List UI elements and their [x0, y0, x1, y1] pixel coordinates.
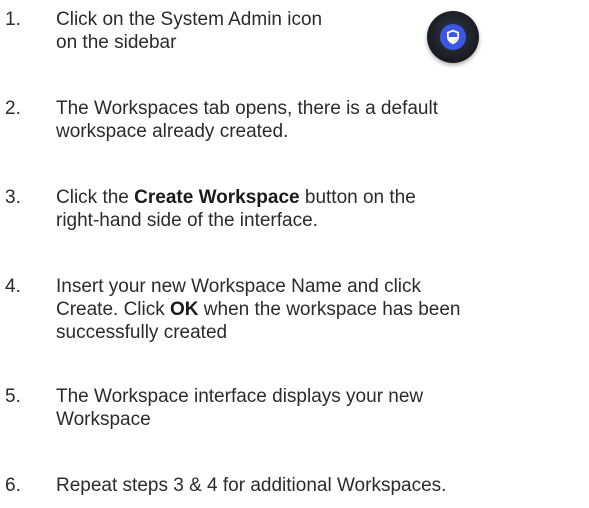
step-text: Insert your new Workspace Name and click…: [56, 275, 460, 344]
step-text: Repeat steps 3 & 4 for additional Worksp…: [56, 474, 446, 497]
step-line: Click the Create Workspace button on the: [56, 186, 416, 209]
step-number: 2.: [5, 98, 21, 119]
step-number: 6.: [5, 475, 21, 496]
step-line: Repeat steps 3 & 4 for additional Worksp…: [56, 475, 447, 496]
instructions-page: 1. Click on the System Admin icon on the…: [0, 0, 589, 508]
step-line: Insert your new Workspace Name and click: [56, 276, 422, 297]
step-line: right-hand side of the interface.: [56, 210, 318, 231]
ok-label: OK: [170, 299, 199, 320]
step-number: 1.: [5, 9, 21, 30]
create-workspace-label: Create Workspace: [134, 187, 300, 208]
step-line: The Workspace interface displays your ne…: [56, 386, 424, 407]
step-text-fragment: button on the: [299, 187, 416, 208]
step-number: 3.: [5, 187, 21, 208]
step-number: 4.: [5, 276, 21, 297]
step-text: The Workspace interface displays your ne…: [56, 385, 423, 431]
step-text: The Workspaces tab opens, there is a def…: [56, 97, 438, 143]
shield-icon: [447, 29, 459, 45]
step-line: Click on the System Admin icon: [56, 9, 323, 30]
icon-disc: [427, 11, 479, 63]
step-line: successfully created: [56, 322, 228, 343]
step-text: Click the Create Workspace button on the…: [56, 186, 416, 232]
step-line: Create. Click OK when the workspace has …: [56, 298, 460, 321]
step-line: workspace already created.: [56, 121, 289, 142]
step-text-fragment: when the workspace has been: [198, 299, 461, 320]
step-number: 5.: [5, 386, 21, 407]
step-text-fragment: Create. Click: [56, 299, 171, 320]
step-text-fragment: Click the: [56, 187, 135, 208]
step-line: The Workspaces tab opens, there is a def…: [56, 98, 438, 119]
step-line: on the sidebar: [56, 32, 177, 53]
system-admin-icon: [420, 9, 492, 65]
step-text: Click on the System Admin icon on the si…: [56, 8, 322, 54]
icon-inner-circle: [440, 24, 466, 50]
step-line: Workspace: [56, 409, 151, 430]
